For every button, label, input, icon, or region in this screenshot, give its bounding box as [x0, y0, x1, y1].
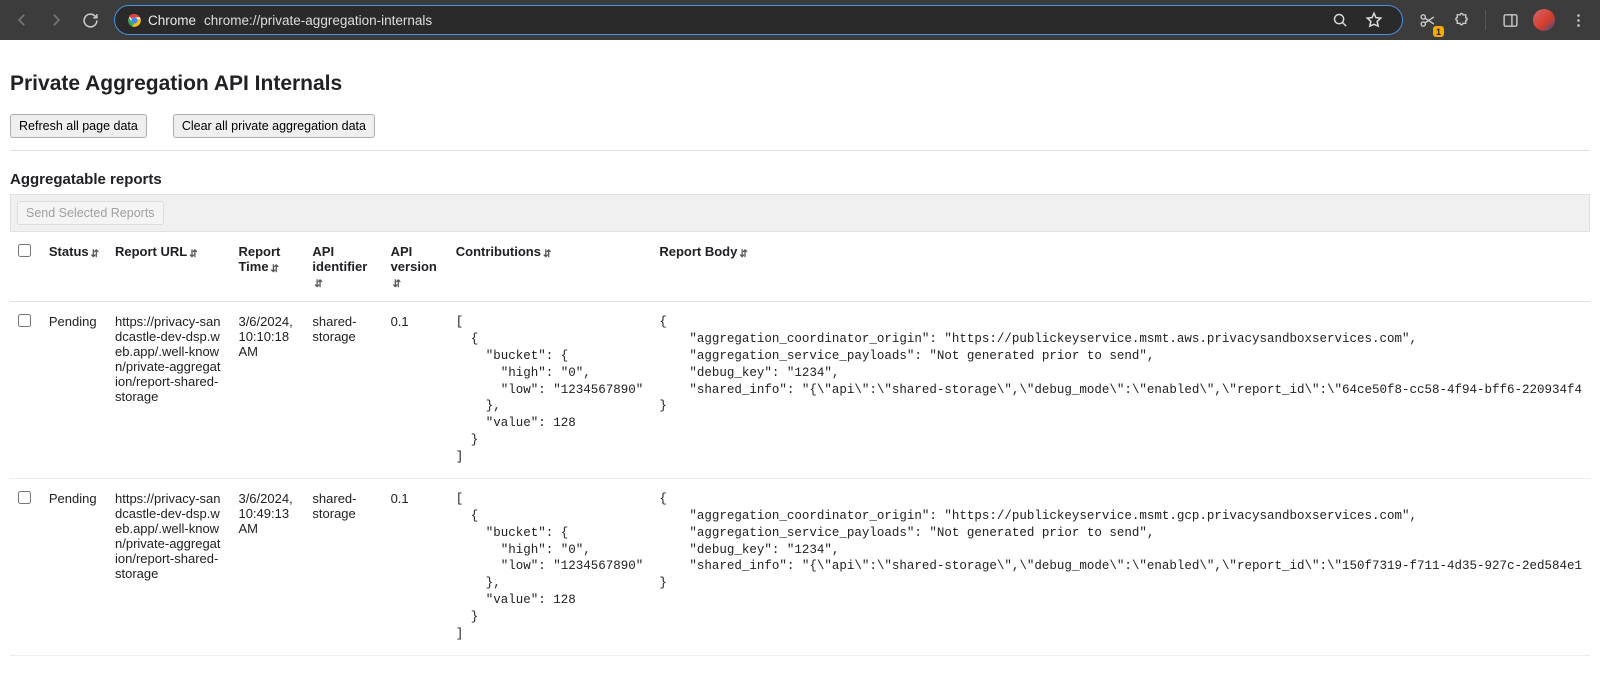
cell-contrib: [ { "bucket": { "high": "0", "low": "123…	[448, 478, 652, 655]
row-checkbox[interactable]	[18, 314, 31, 327]
cell-time: 3/6/2024, 10:10:18 AM	[230, 302, 304, 479]
cell-version: 0.1	[383, 302, 448, 479]
profile-avatar[interactable]	[1528, 4, 1560, 36]
kebab-menu-icon[interactable]	[1562, 4, 1594, 36]
page-title: Private Aggregation API Internals	[10, 72, 1590, 96]
cell-version: 0.1	[383, 478, 448, 655]
reload-button[interactable]	[74, 4, 106, 36]
cell-body: { "aggregation_coordinator_origin": "htt…	[651, 478, 1590, 655]
cell-api: shared-storage	[304, 302, 382, 479]
col-time[interactable]: Report Time⇵	[230, 232, 304, 302]
zoom-icon[interactable]	[1324, 4, 1356, 36]
col-select-all	[10, 232, 41, 302]
site-chip-label: Chrome	[148, 13, 196, 28]
table-row: Pendinghttps://privacy-sandcastle-dev-ds…	[10, 478, 1590, 655]
toolbar-divider	[1485, 10, 1486, 30]
cell-status: Pending	[41, 302, 107, 479]
sort-icon: ⇵	[543, 249, 551, 260]
send-reports-bar: Send Selected Reports	[10, 194, 1590, 231]
col-api[interactable]: API identifier ⇵	[304, 232, 382, 302]
send-selected-reports-button[interactable]: Send Selected Reports	[17, 201, 164, 225]
cell-contrib: [ { "bucket": { "high": "0", "low": "123…	[448, 302, 652, 479]
clear-data-button[interactable]: Clear all private aggregation data	[173, 114, 375, 138]
section-title: Aggregatable reports	[10, 171, 1590, 188]
forward-button[interactable]	[40, 4, 72, 36]
col-body-label: Report Body	[659, 244, 737, 259]
sort-icon: ⇵	[189, 249, 197, 260]
col-version[interactable]: API version ⇵	[383, 232, 448, 302]
col-contrib-label: Contributions	[456, 244, 541, 259]
bookmark-star-icon[interactable]	[1358, 4, 1390, 36]
reports-table: Status⇵ Report URL⇵ Report Time⇵ API ide…	[10, 231, 1590, 656]
col-status-label: Status	[49, 244, 89, 259]
extensions-puzzle-icon[interactable]	[1445, 4, 1477, 36]
select-all-checkbox[interactable]	[18, 244, 31, 257]
site-chip: Chrome	[127, 13, 196, 28]
toolbar-right	[1411, 4, 1594, 36]
sort-icon: ⇵	[314, 279, 322, 290]
cell-body: { "aggregation_coordinator_origin": "htt…	[651, 302, 1590, 479]
col-version-label: API version	[391, 244, 437, 274]
extension-scissors-icon[interactable]	[1411, 4, 1443, 36]
divider	[10, 150, 1590, 151]
col-status[interactable]: Status⇵	[41, 232, 107, 302]
omnibox[interactable]: Chrome chrome://private-aggregation-inte…	[114, 5, 1403, 35]
browser-toolbar: Chrome chrome://private-aggregation-inte…	[0, 0, 1600, 40]
cell-api: shared-storage	[304, 478, 382, 655]
cell-url: https://privacy-sandcastle-dev-dsp.web.a…	[107, 478, 230, 655]
refresh-page-data-button[interactable]: Refresh all page data	[10, 114, 147, 138]
cell-time: 3/6/2024, 10:49:13 AM	[230, 478, 304, 655]
col-contrib[interactable]: Contributions⇵	[448, 232, 652, 302]
table-header-row: Status⇵ Report URL⇵ Report Time⇵ API ide…	[10, 232, 1590, 302]
col-body[interactable]: Report Body⇵	[651, 232, 1590, 302]
action-buttons: Refresh all page data Clear all private …	[10, 114, 1590, 138]
back-button[interactable]	[6, 4, 38, 36]
cell-status: Pending	[41, 478, 107, 655]
cell-url: https://privacy-sandcastle-dev-dsp.web.a…	[107, 302, 230, 479]
sort-icon: ⇵	[393, 279, 401, 290]
sort-icon: ⇵	[91, 249, 99, 260]
page-content: Private Aggregation API Internals Refres…	[0, 40, 1600, 686]
sort-icon: ⇵	[739, 249, 747, 260]
table-row: Pendinghttps://privacy-sandcastle-dev-ds…	[10, 302, 1590, 479]
row-checkbox[interactable]	[18, 491, 31, 504]
col-url-label: Report URL	[115, 244, 187, 259]
col-url[interactable]: Report URL⇵	[107, 232, 230, 302]
omnibox-url: chrome://private-aggregation-internals	[204, 13, 432, 28]
chrome-icon	[127, 13, 142, 28]
side-panel-icon[interactable]	[1494, 4, 1526, 36]
sort-icon: ⇵	[271, 264, 279, 275]
col-api-label: API identifier	[312, 244, 367, 274]
